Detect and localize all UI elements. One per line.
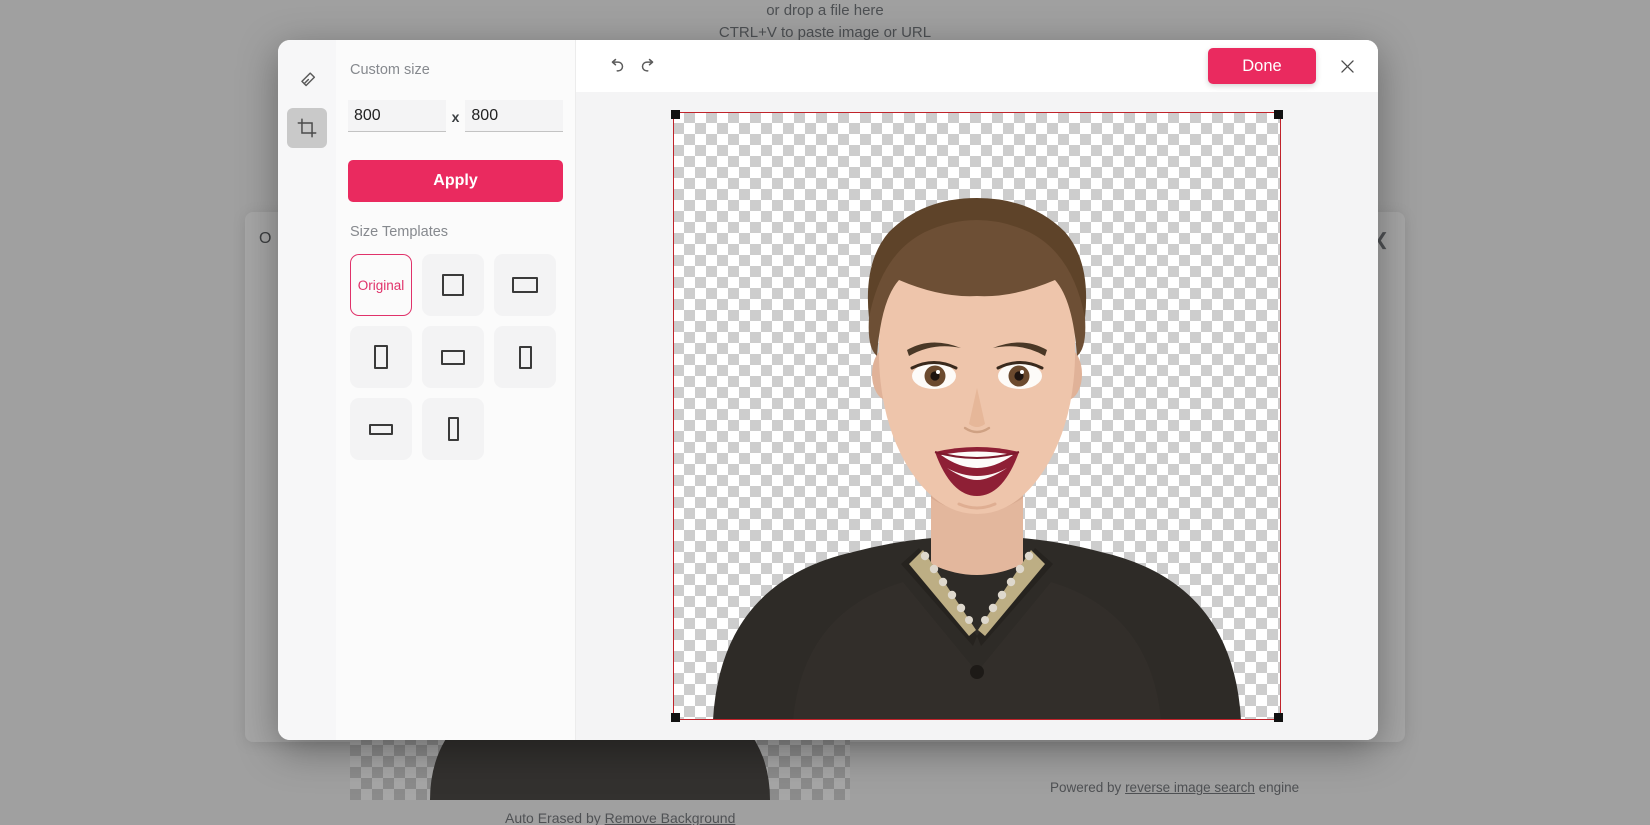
crop-frame[interactable] — [671, 110, 1283, 722]
size-template-shape-portrait — [518, 345, 532, 369]
editor-area: Done — [576, 40, 1378, 740]
redo-icon — [641, 58, 653, 72]
size-template-shape-landscape — [512, 277, 538, 293]
height-input[interactable] — [465, 100, 564, 132]
portrait-image — [713, 198, 1241, 720]
image-editor-modal: Custom size x Apply Size Templates Origi… — [278, 40, 1378, 740]
size-template-shape-6[interactable] — [350, 398, 412, 460]
size-template-shape-3[interactable] — [350, 326, 412, 388]
eraser-tool-button[interactable] — [287, 60, 327, 100]
width-input[interactable] — [348, 100, 446, 132]
size-template-shape-1[interactable] — [422, 254, 484, 316]
size-separator: x — [451, 109, 460, 125]
size-template-shape-5[interactable] — [494, 326, 556, 388]
crop-settings-panel: Custom size x Apply Size Templates Origi… — [336, 40, 576, 740]
size-template-shape-landscape — [441, 349, 465, 365]
done-button[interactable]: Done — [1208, 48, 1316, 84]
size-template-label: Original — [357, 277, 405, 293]
crop-handle-bottom-right[interactable] — [1274, 713, 1283, 722]
undo-icon — [611, 58, 623, 72]
crop-handle-top-right[interactable] — [1274, 110, 1283, 119]
size-template-shape-2[interactable] — [494, 254, 556, 316]
custom-size-row: x — [348, 100, 564, 132]
size-template-shape-wide — [369, 423, 393, 435]
size-template-shape-portrait — [374, 345, 388, 369]
size-template-shape-4[interactable] — [422, 326, 484, 388]
size-template-original[interactable]: Original — [350, 254, 412, 316]
crop-handle-top-left[interactable] — [671, 110, 680, 119]
close-button[interactable] — [1330, 49, 1364, 83]
size-template-shape-7[interactable] — [422, 398, 484, 460]
crop-handle-bottom-left[interactable] — [671, 713, 680, 722]
size-templates-grid: Original — [348, 254, 563, 460]
custom-size-heading: Custom size — [350, 62, 430, 78]
tool-rail — [278, 40, 336, 740]
editor-toolbar: Done — [576, 40, 1378, 92]
redo-button[interactable] — [632, 49, 666, 83]
size-templates-heading: Size Templates — [350, 224, 449, 240]
crop-tool-button[interactable] — [287, 108, 327, 148]
size-template-shape-tall — [447, 417, 459, 441]
undo-button[interactable] — [598, 49, 632, 83]
size-template-shape-square — [442, 274, 464, 296]
close-icon — [1340, 59, 1354, 73]
crop-icon — [297, 118, 317, 138]
apply-button[interactable]: Apply — [348, 160, 563, 202]
canvas-area[interactable] — [576, 92, 1378, 740]
eraser-icon — [301, 72, 316, 87]
